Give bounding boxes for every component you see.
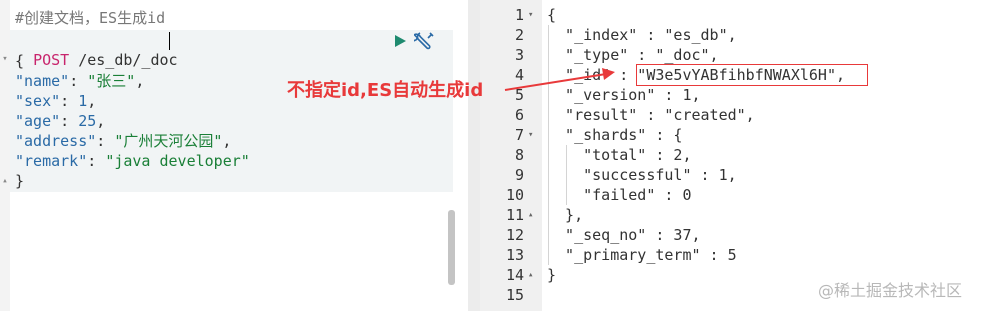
arrow-icon [504,68,615,91]
annotation-label: 不指定id,ES自动生成id [287,80,484,101]
watermark: @稀土掘金技术社区 [818,281,963,300]
